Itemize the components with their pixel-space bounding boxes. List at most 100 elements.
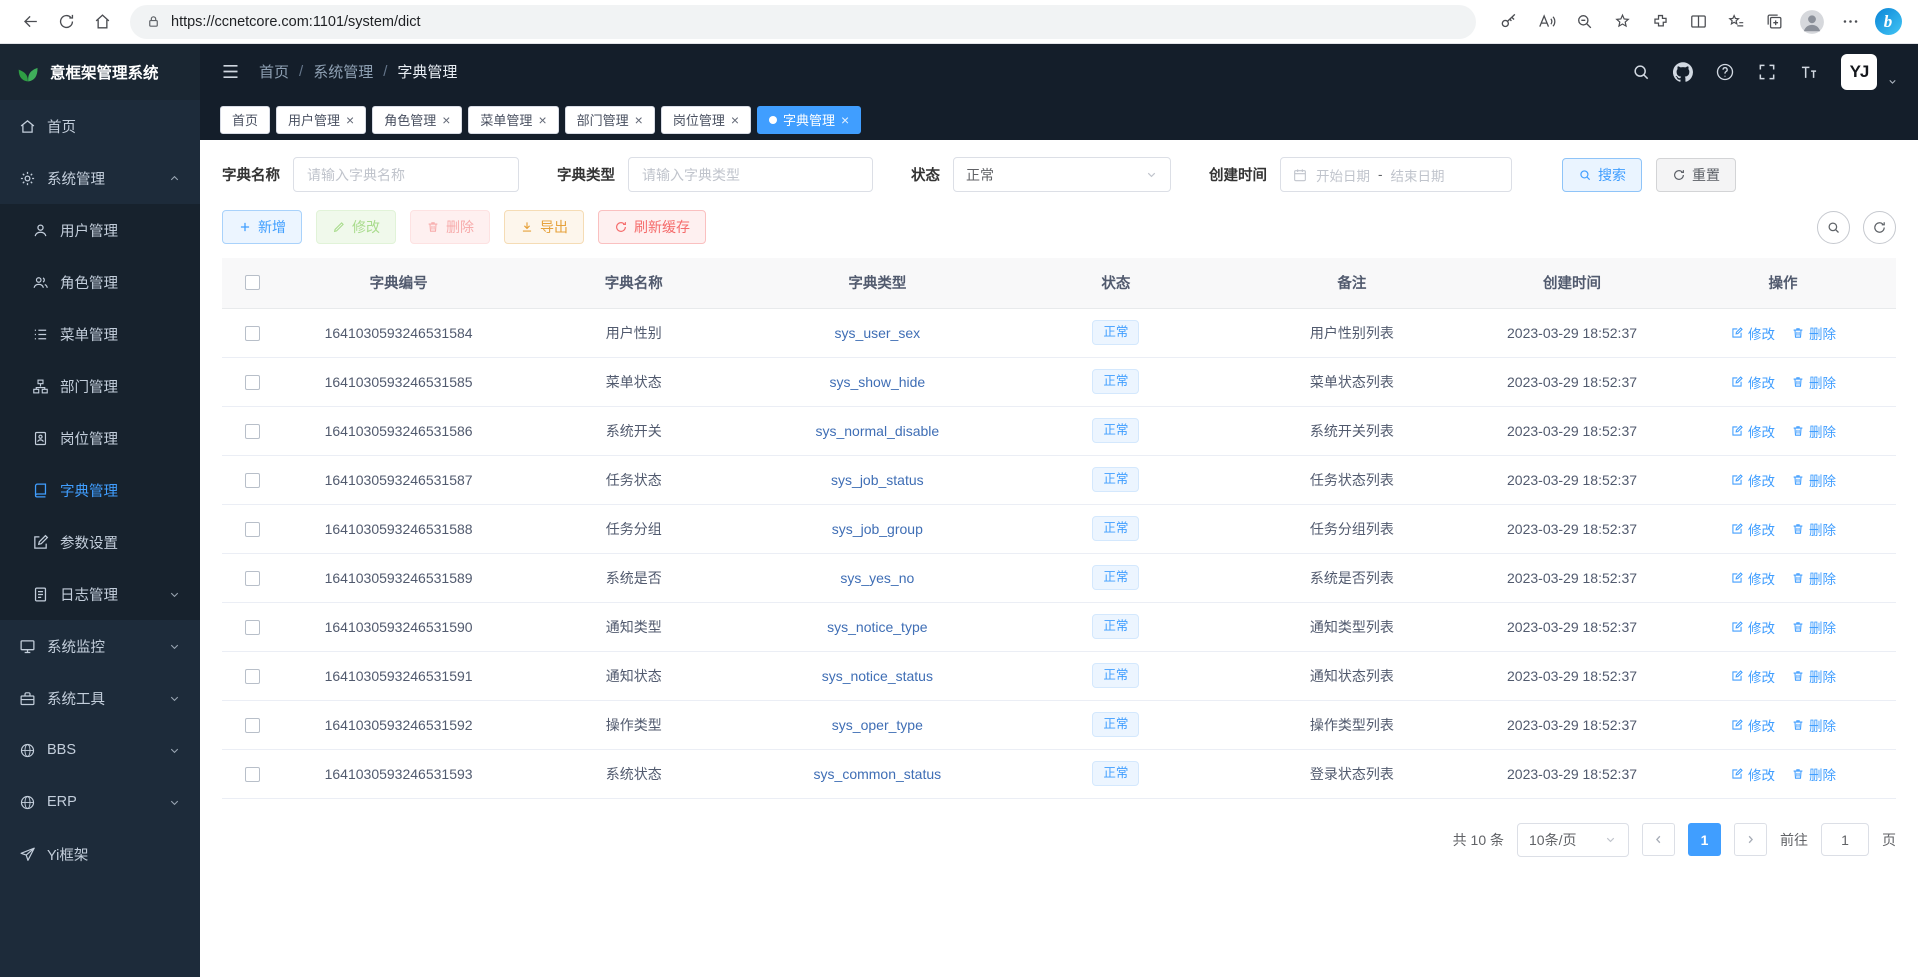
- split-screen-icon[interactable]: [1680, 5, 1716, 39]
- status-select[interactable]: 正常: [953, 157, 1171, 192]
- row-checkbox[interactable]: [245, 326, 260, 341]
- tab-user-management[interactable]: 用户管理×: [276, 106, 366, 134]
- refresh-cache-button[interactable]: 刷新缓存: [598, 210, 706, 244]
- sidebar-item-dict-management[interactable]: 字典管理: [0, 464, 200, 516]
- row-delete-button[interactable]: 删除: [1791, 323, 1836, 343]
- sidebar-item-system-tools[interactable]: 系统工具: [0, 672, 200, 724]
- tab-home[interactable]: 首页: [220, 106, 270, 134]
- row-checkbox[interactable]: [245, 424, 260, 439]
- sidebar-item-erp[interactable]: ERP: [0, 776, 200, 828]
- sidebar-item-param-settings[interactable]: 参数设置: [0, 516, 200, 568]
- search-button[interactable]: 搜索: [1562, 158, 1642, 192]
- browser-back-button[interactable]: [12, 5, 48, 39]
- tab-menu-management[interactable]: 菜单管理×: [468, 106, 558, 134]
- search-icon[interactable]: [1631, 62, 1651, 82]
- row-edit-button[interactable]: 修改: [1730, 617, 1775, 637]
- row-checkbox[interactable]: [245, 718, 260, 733]
- tab-close-icon[interactable]: ×: [841, 113, 849, 127]
- dict-type-link[interactable]: sys_yes_no: [840, 570, 914, 586]
- dict-name-input[interactable]: [293, 157, 519, 192]
- github-icon[interactable]: [1673, 62, 1693, 82]
- row-checkbox[interactable]: [245, 669, 260, 684]
- row-delete-button[interactable]: 删除: [1791, 470, 1836, 490]
- sidebar-item-yi-framework[interactable]: Yi框架: [0, 828, 200, 880]
- row-delete-button[interactable]: 删除: [1791, 372, 1836, 392]
- breadcrumb-item[interactable]: 首页: [259, 61, 289, 82]
- sidebar-item-bbs[interactable]: BBS: [0, 724, 200, 776]
- dict-type-link[interactable]: sys_show_hide: [829, 374, 925, 390]
- read-aloud-icon[interactable]: [1528, 5, 1564, 39]
- row-edit-button[interactable]: 修改: [1730, 323, 1775, 343]
- row-edit-button[interactable]: 修改: [1730, 715, 1775, 735]
- row-edit-button[interactable]: 修改: [1730, 372, 1775, 392]
- refresh-table-icon[interactable]: [1863, 211, 1896, 244]
- tab-close-icon[interactable]: ×: [442, 113, 450, 127]
- tab-role-management[interactable]: 角色管理×: [372, 106, 462, 134]
- row-checkbox[interactable]: [245, 620, 260, 635]
- sidebar-item-user-management[interactable]: 用户管理: [0, 204, 200, 256]
- select-all-checkbox[interactable]: [245, 275, 260, 290]
- sidebar-item-home[interactable]: 首页: [0, 100, 200, 152]
- sidebar-item-system-monitor[interactable]: 系统监控: [0, 620, 200, 672]
- row-delete-button[interactable]: 删除: [1791, 519, 1836, 539]
- favorites-icon[interactable]: [1718, 5, 1754, 39]
- tab-post-management[interactable]: 岗位管理×: [661, 106, 751, 134]
- dict-type-link[interactable]: sys_notice_status: [822, 668, 933, 684]
- dict-type-link[interactable]: sys_notice_type: [827, 619, 927, 635]
- row-checkbox[interactable]: [245, 767, 260, 782]
- row-checkbox[interactable]: [245, 473, 260, 488]
- row-delete-button[interactable]: 删除: [1791, 715, 1836, 735]
- sidebar-item-system-management[interactable]: 系统管理: [0, 152, 200, 204]
- tab-close-icon[interactable]: ×: [538, 113, 546, 127]
- export-button[interactable]: 导出: [504, 210, 584, 244]
- fullscreen-icon[interactable]: [1757, 62, 1777, 82]
- goto-page-input[interactable]: [1821, 823, 1869, 856]
- more-menu-icon[interactable]: [1832, 5, 1868, 39]
- toggle-search-icon[interactable]: [1817, 211, 1850, 244]
- tab-dict-management[interactable]: 字典管理×: [757, 106, 861, 134]
- dict-type-link[interactable]: sys_job_status: [831, 472, 924, 488]
- dict-type-link[interactable]: sys_common_status: [814, 766, 942, 782]
- current-page[interactable]: 1: [1688, 823, 1721, 856]
- hamburger-icon[interactable]: [220, 61, 241, 82]
- sidebar-item-log-management[interactable]: 日志管理: [0, 568, 200, 620]
- dict-type-link[interactable]: sys_normal_disable: [815, 423, 939, 439]
- row-edit-button[interactable]: 修改: [1730, 666, 1775, 686]
- row-delete-button[interactable]: 删除: [1791, 764, 1836, 784]
- dict-type-link[interactable]: sys_job_group: [832, 521, 923, 537]
- sidebar-item-menu-management[interactable]: 菜单管理: [0, 308, 200, 360]
- dict-type-link[interactable]: sys_oper_type: [832, 717, 923, 733]
- reset-button[interactable]: 重置: [1656, 158, 1736, 192]
- tab-close-icon[interactable]: ×: [635, 113, 643, 127]
- breadcrumb-item[interactable]: 系统管理: [313, 61, 373, 82]
- zoom-search-icon[interactable]: [1566, 5, 1602, 39]
- collections-icon[interactable]: [1756, 5, 1792, 39]
- tab-close-icon[interactable]: ×: [346, 113, 354, 127]
- tab-dept-management[interactable]: 部门管理×: [565, 106, 655, 134]
- tab-close-icon[interactable]: ×: [731, 113, 739, 127]
- dict-type-input[interactable]: [628, 157, 873, 192]
- row-checkbox[interactable]: [245, 522, 260, 537]
- row-edit-button[interactable]: 修改: [1730, 568, 1775, 588]
- sidebar-item-role-management[interactable]: 角色管理: [0, 256, 200, 308]
- address-bar[interactable]: https://ccnetcore.com:1101/system/dict: [130, 5, 1476, 39]
- profile-avatar[interactable]: [1794, 5, 1830, 39]
- sidebar-item-post-management[interactable]: 岗位管理: [0, 412, 200, 464]
- sidebar-item-dept-management[interactable]: 部门管理: [0, 360, 200, 412]
- row-delete-button[interactable]: 删除: [1791, 666, 1836, 686]
- row-checkbox[interactable]: [245, 571, 260, 586]
- row-edit-button[interactable]: 修改: [1730, 470, 1775, 490]
- next-page-button[interactable]: [1734, 823, 1767, 856]
- help-icon[interactable]: [1715, 62, 1735, 82]
- extensions-icon[interactable]: [1642, 5, 1678, 39]
- row-delete-button[interactable]: 删除: [1791, 568, 1836, 588]
- row-edit-button[interactable]: 修改: [1730, 519, 1775, 539]
- row-delete-button[interactable]: 删除: [1791, 617, 1836, 637]
- dict-type-link[interactable]: sys_user_sex: [835, 325, 921, 341]
- date-range-picker[interactable]: 开始日期 - 结束日期: [1280, 157, 1512, 192]
- browser-home-button[interactable]: [84, 5, 120, 39]
- row-checkbox[interactable]: [245, 375, 260, 390]
- add-button[interactable]: 新增: [222, 210, 302, 244]
- browser-refresh-button[interactable]: [48, 5, 84, 39]
- row-edit-button[interactable]: 修改: [1730, 764, 1775, 784]
